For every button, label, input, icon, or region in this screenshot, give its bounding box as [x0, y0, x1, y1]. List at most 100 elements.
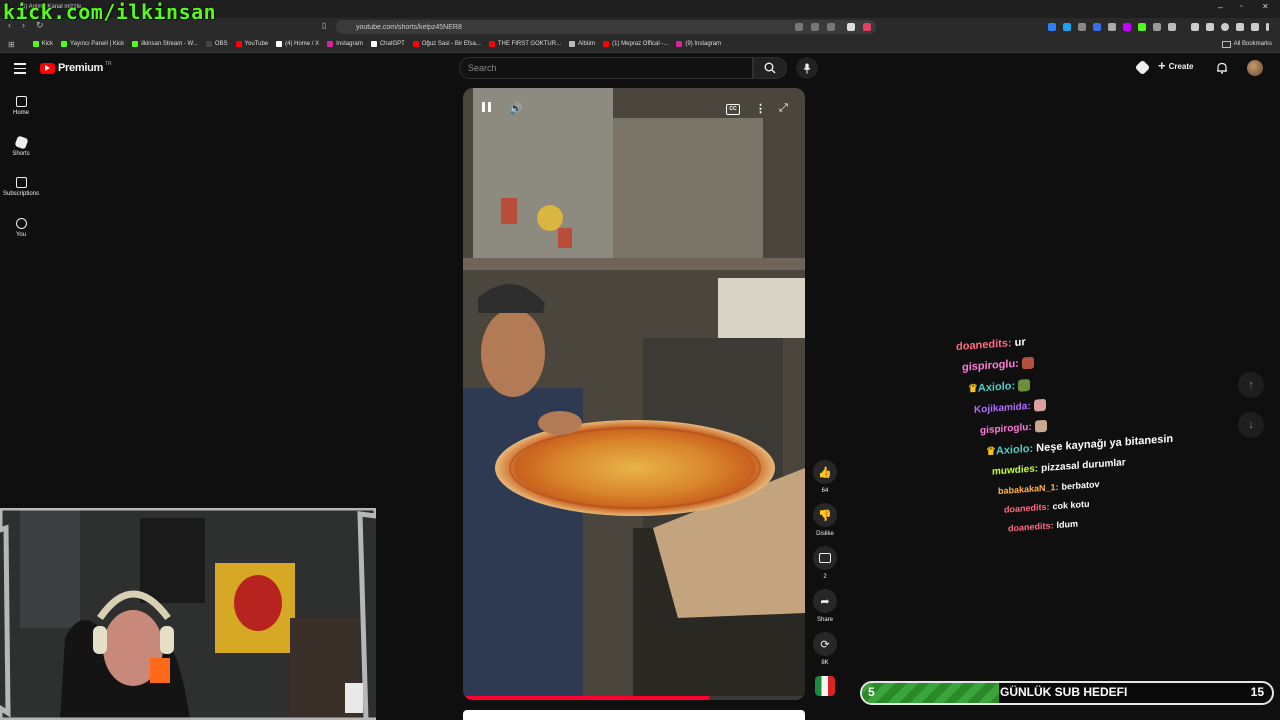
- extension-icon[interactable]: [1048, 23, 1056, 31]
- create-button[interactable]: + Create: [1158, 58, 1194, 73]
- sub-goal-current: 5: [868, 685, 875, 699]
- bookmark-favicon-icon: [61, 41, 68, 47]
- chat-emote-icon: [1021, 356, 1034, 370]
- bookmark-item[interactable]: Instagram: [327, 41, 363, 47]
- more-options-button[interactable]: ⋮: [755, 102, 766, 115]
- bookmark-label: Oğuz Sasi - Bir Efsa...: [421, 41, 481, 47]
- home-icon: [15, 96, 27, 107]
- fullscreen-icon: ⤢: [779, 102, 788, 114]
- extension-icon[interactable]: [1123, 23, 1131, 31]
- extension-icon[interactable]: [1236, 23, 1244, 31]
- extension-icon[interactable]: [1138, 23, 1146, 31]
- microphone-icon: [803, 63, 811, 73]
- share-button[interactable]: ➦ Share: [812, 589, 838, 623]
- side-panel-icon[interactable]: [1206, 23, 1214, 31]
- browser-menu-icon[interactable]: [1266, 23, 1269, 31]
- remix-count: 8K: [821, 660, 829, 666]
- sound-thumbnail[interactable]: [815, 676, 835, 696]
- bookmark-item[interactable]: YouTube: [235, 41, 268, 47]
- bookmark-item[interactable]: (1) Mepraz Offical -...: [603, 41, 668, 47]
- youtube-play-icon: [40, 62, 55, 74]
- bookmark-item[interactable]: Albüm: [569, 41, 595, 47]
- sidebar-item-you[interactable]: You: [0, 218, 42, 238]
- share-page-icon[interactable]: [827, 23, 835, 31]
- search-button[interactable]: [753, 57, 787, 79]
- bookmark-item[interactable]: (9) Instagram: [676, 41, 721, 47]
- bookmark-favicon-icon: [205, 41, 212, 47]
- cast-icon[interactable]: [795, 23, 803, 31]
- star-icon[interactable]: [847, 23, 855, 31]
- dislike-button[interactable]: 👎 Dislike: [812, 503, 838, 537]
- all-bookmarks[interactable]: All Bookmarks: [1221, 40, 1272, 48]
- stream-chat-overlay: doanedits: ur gispiroglu: ♛Axiolo: Kojikamid…: [950, 318, 1280, 611]
- dislike-label: Dislike: [816, 531, 834, 537]
- sidebar-item-label: Shorts: [12, 151, 30, 157]
- remix-icon: ⟳: [820, 638, 830, 651]
- account-avatar[interactable]: [1247, 60, 1263, 76]
- pause-button[interactable]: [479, 102, 493, 116]
- sidebar-item-label: Subscriptions: [2, 191, 40, 197]
- extension-icon[interactable]: [1108, 23, 1116, 31]
- bookmark-favicon-icon: [276, 41, 283, 47]
- search-input[interactable]: Search: [459, 57, 753, 79]
- youtube-logo[interactable]: Premium TR: [40, 61, 112, 74]
- voice-search-button[interactable]: [796, 57, 818, 79]
- sidebar-item-home[interactable]: Home: [0, 96, 42, 116]
- logo-country: TR: [104, 61, 112, 67]
- chat-username: Axiolo:: [995, 442, 1034, 458]
- chat-username: muwdies:: [992, 463, 1039, 478]
- apps-grid-icon[interactable]: ⊞: [8, 40, 15, 49]
- volume-button[interactable]: 🔊: [509, 102, 523, 115]
- extension-adblock-icon[interactable]: [863, 23, 871, 31]
- bookmark-item[interactable]: Kick: [32, 41, 54, 47]
- chat-username: Kojikamida:: [974, 400, 1031, 416]
- sub-goal-target: 15: [1250, 685, 1264, 699]
- bookmark-item[interactable]: OBS: [205, 41, 228, 47]
- you-icon: [15, 218, 27, 229]
- extension-icon[interactable]: [1063, 23, 1071, 31]
- maximize-icon[interactable]: ▫: [1240, 3, 1242, 10]
- bookmark-label: OBS: [214, 41, 228, 47]
- hamburger-menu-icon[interactable]: [14, 63, 26, 74]
- close-window-icon[interactable]: ✕: [1262, 2, 1269, 11]
- crown-badge-icon: ♛: [968, 382, 978, 396]
- bookmark-favicon-icon: [370, 41, 377, 47]
- media-control-icon[interactable]: [1191, 23, 1199, 31]
- zoom-icon[interactable]: [811, 23, 819, 31]
- chat-emote-icon: [1033, 399, 1046, 412]
- bookmark-item[interactable]: ilkinsan Stream - W...: [132, 41, 198, 47]
- bookmark-item[interactable]: ChatGPT: [370, 41, 405, 47]
- remix-button[interactable]: ⟳ 8K: [812, 632, 838, 666]
- extensions-puzzle-icon[interactable]: [1153, 23, 1161, 31]
- bookmark-favicon-icon: [132, 41, 139, 47]
- minimize-icon[interactable]: –: [1218, 2, 1223, 12]
- like-button[interactable]: 👍 64: [812, 460, 838, 494]
- sidebar-item-subscriptions[interactable]: Subscriptions: [0, 177, 42, 197]
- thumbs-down-icon: 👎: [818, 509, 832, 522]
- webcam-feed: [0, 508, 376, 720]
- bookmark-item[interactable]: Oğuz Sasi - Bir Efsa...: [412, 41, 481, 47]
- captions-button[interactable]: CC: [726, 104, 740, 115]
- extension-icon[interactable]: [1078, 23, 1086, 31]
- extension-icon[interactable]: [1168, 23, 1176, 31]
- extension-icon[interactable]: [1251, 23, 1259, 31]
- crown-badge-icon: ♛: [986, 445, 996, 459]
- plus-icon: +: [1158, 58, 1166, 73]
- comments-button[interactable]: 2: [812, 546, 838, 580]
- search-icon: [764, 62, 776, 74]
- volume-icon: 🔊: [509, 103, 523, 115]
- bookmark-item[interactable]: (4) Home / X: [276, 41, 319, 47]
- bookmark-label: Kick: [41, 41, 54, 47]
- extension-icon[interactable]: [1093, 23, 1101, 31]
- fullscreen-button[interactable]: ⤢: [779, 102, 788, 115]
- bookmark-item[interactable]: Yayıncı Paneli | Kick: [61, 41, 124, 47]
- shorts-icon: [13, 135, 29, 150]
- profile-icon[interactable]: [1221, 23, 1229, 31]
- bookmark-item[interactable]: THE FIRST GOKTUR...: [488, 41, 561, 47]
- chat-username: doanedits:: [1004, 501, 1050, 515]
- chat-text: ldum: [1056, 518, 1079, 531]
- notifications-bell-icon[interactable]: [1216, 62, 1228, 74]
- sidebar-item-shorts[interactable]: Shorts: [0, 135, 42, 157]
- shorts-video-player[interactable]: 🔊 CC ⋮ ⤢: [463, 88, 805, 700]
- bookmark-page-icon[interactable]: ▯: [322, 21, 326, 30]
